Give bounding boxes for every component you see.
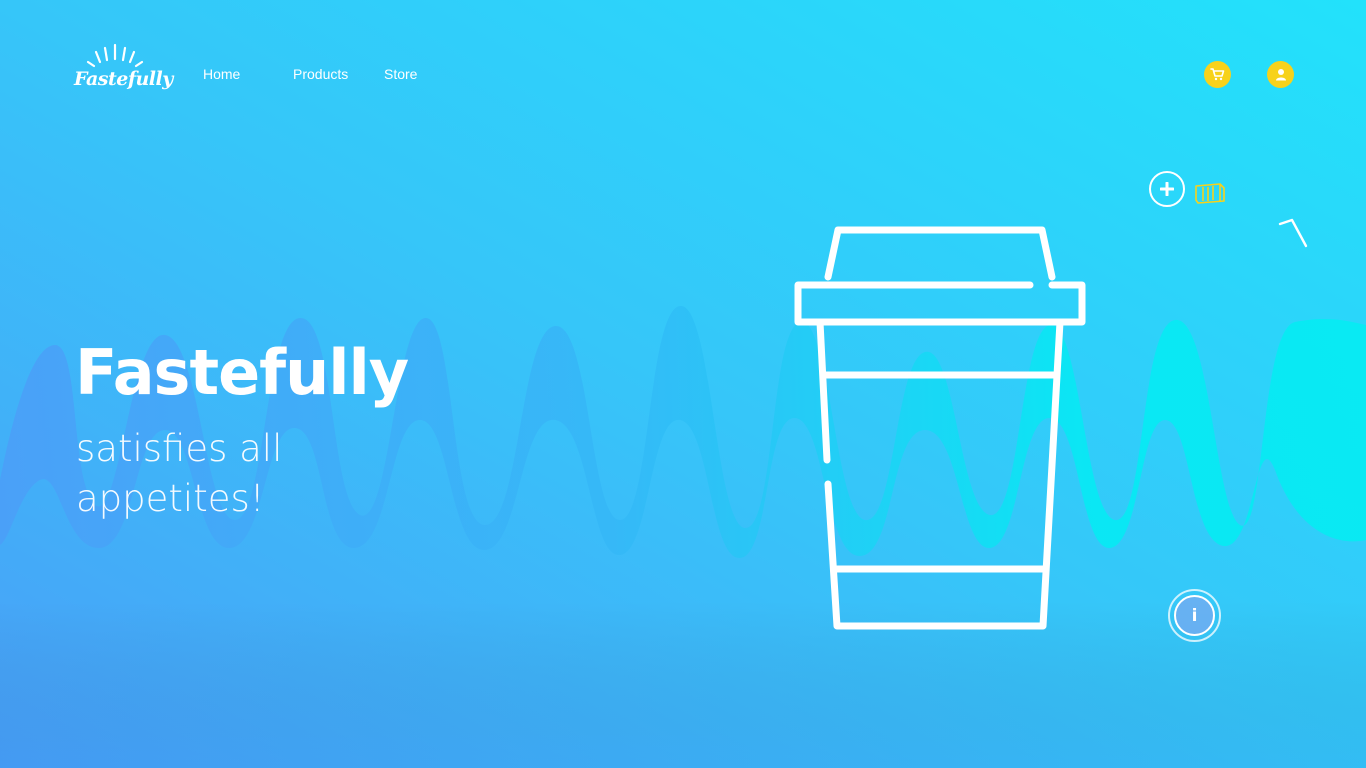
hero-subtitle-line-1: satisfies all [76,427,283,470]
cart-icon [1210,68,1225,81]
cart-button[interactable] [1204,61,1231,88]
ticket-icon[interactable] [1193,181,1227,205]
user-button[interactable] [1267,61,1294,88]
hero-title: Fastefully [75,336,409,409]
brand-logo[interactable]: Fastefully [74,68,173,90]
hero-subtitle-line-2: appetites! [76,477,265,520]
coffee-cup-icon [794,226,1086,630]
user-icon [1275,69,1286,81]
add-button[interactable] [1149,171,1185,207]
nav-store[interactable]: Store [384,66,417,82]
info-icon: i [1174,595,1215,636]
nav-products[interactable]: Products [293,66,348,82]
plus-icon [1160,182,1174,196]
corner-arrow-icon [1278,218,1308,248]
hero-subtitle: satisfies all appetites! [76,424,282,524]
info-button[interactable]: i [1168,589,1221,642]
nav-home[interactable]: Home [203,66,240,82]
